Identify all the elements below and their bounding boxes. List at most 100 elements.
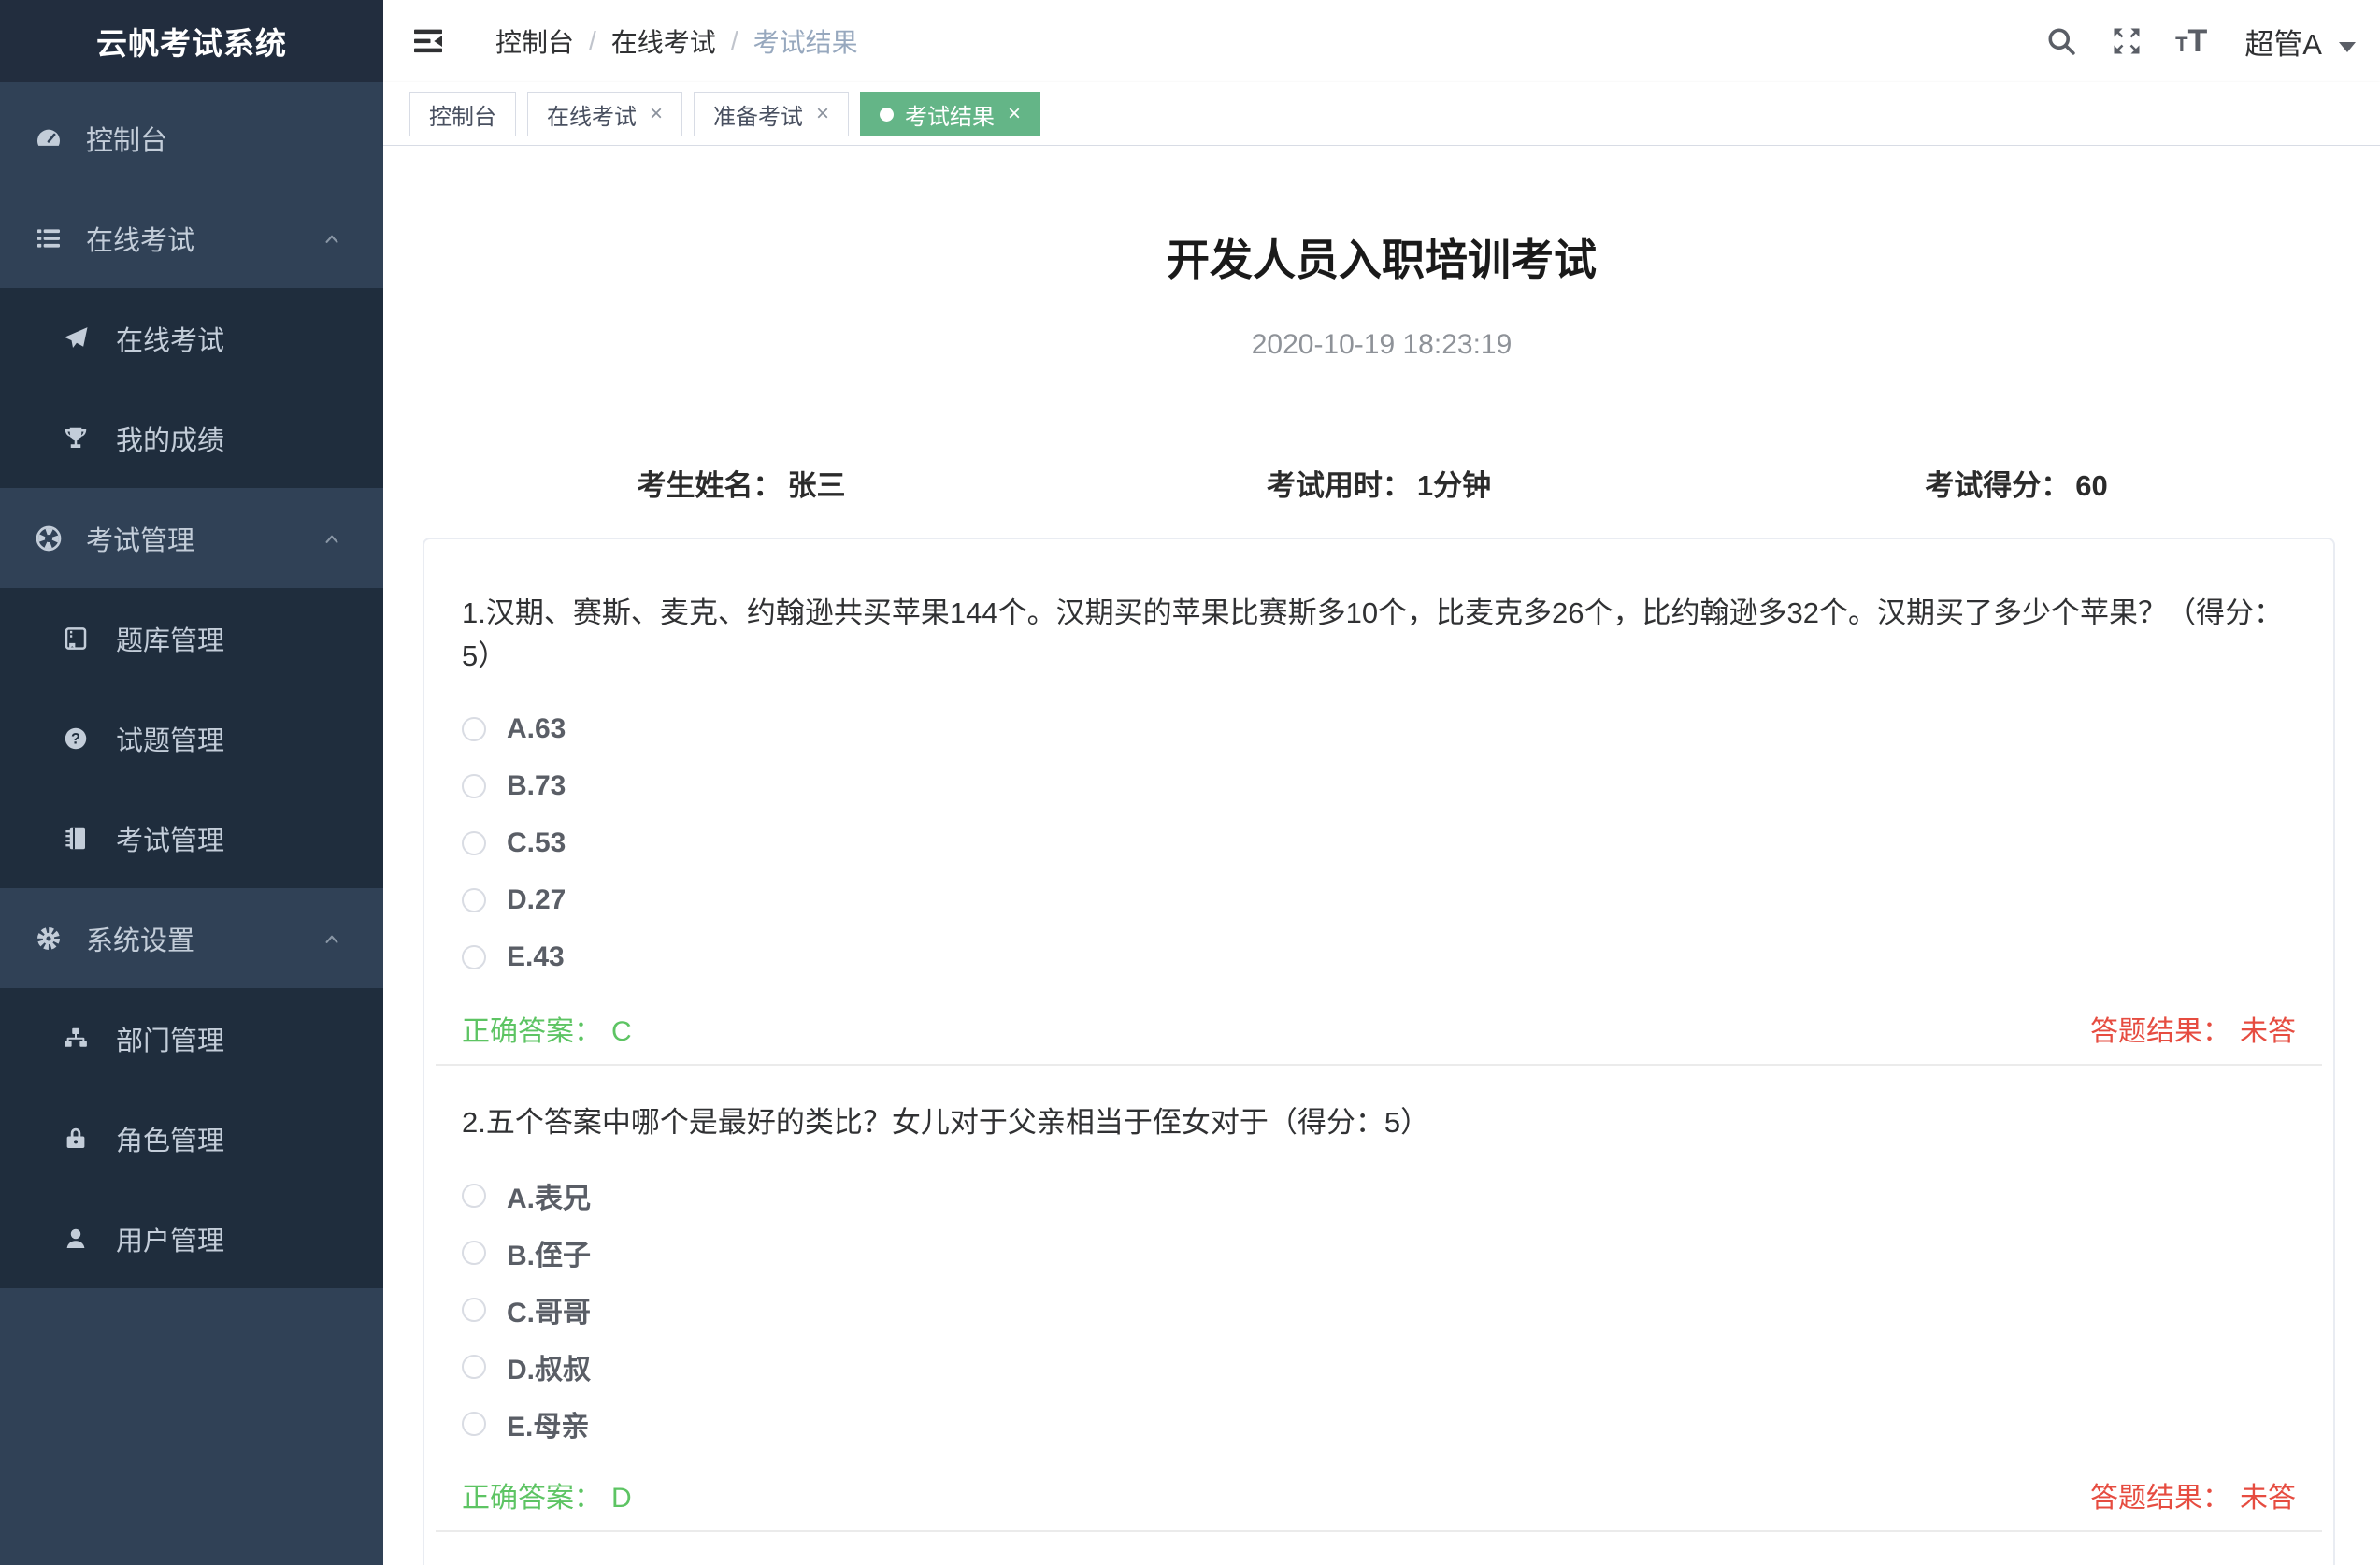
- fullscreen-icon[interactable]: [2110, 24, 2143, 58]
- close-icon[interactable]: ×: [1008, 103, 1021, 125]
- search-icon[interactable]: [2044, 24, 2078, 58]
- tab-label: 控制台: [429, 98, 496, 131]
- breadcrumb: 控制台 / 在线考试 / 考试结果: [495, 22, 858, 60]
- option-row[interactable]: D.27: [462, 871, 2296, 928]
- breadcrumb-item-dashboard[interactable]: 控制台: [495, 22, 574, 60]
- radio-unchecked-icon: [462, 1412, 486, 1436]
- sidebar-item-label: 控制台: [86, 119, 167, 158]
- candidate-name: 考生姓名：张三: [423, 462, 1060, 504]
- question-text: 1.汉期、赛斯、麦克、约翰逊共买苹果144个。汉期买的苹果比赛斯多10个，比麦克…: [462, 592, 2296, 678]
- sidebar-item-question-management[interactable]: ? 试题管理: [0, 688, 383, 788]
- sidebar-item-label: 在线考试: [86, 219, 194, 258]
- sidebar-item-label: 用户管理: [116, 1219, 224, 1258]
- option-row[interactable]: C.53: [462, 814, 2296, 871]
- chevron-up-icon: [320, 226, 344, 251]
- sidebar-item-question-bank[interactable]: 题库管理: [0, 588, 383, 688]
- question-divider: [436, 1530, 2322, 1532]
- list-icon: [34, 223, 64, 253]
- sidebar-item-label: 部门管理: [116, 1019, 224, 1058]
- tab-exam-result[interactable]: 考试结果 ×: [860, 92, 1040, 136]
- tab-label: 在线考试: [547, 98, 637, 131]
- option-row[interactable]: B.73: [462, 757, 2296, 814]
- sidebar-item-label: 考试管理: [86, 519, 194, 558]
- submenu-system-settings: 部门管理 角色管理 用户管理: [0, 988, 383, 1288]
- option-row[interactable]: A.表兄: [462, 1167, 2296, 1224]
- option-row[interactable]: C.哥哥: [462, 1281, 2296, 1338]
- tab-prepare-exam[interactable]: 准备考试 ×: [694, 92, 849, 136]
- sidebar-item-label: 系统设置: [86, 919, 194, 958]
- hamburger-icon[interactable]: [409, 22, 447, 60]
- sidebar-item-my-scores[interactable]: 我的成绩: [0, 388, 383, 488]
- sidebar-menu: 控制台 在线考试 在线考试: [0, 82, 383, 1288]
- answer-row: 正确答案：D 答题结果：未答: [462, 1474, 2296, 1515]
- exam-title: 开发人员入职培训考试: [383, 226, 2380, 288]
- answer-result: 答题结果：未答: [2090, 1474, 2296, 1515]
- option-row[interactable]: E.母亲: [462, 1395, 2296, 1452]
- sidebar-item-label: 考试管理: [116, 819, 224, 858]
- question-text: 2.五个答案中哪个是最好的类比？女儿对于父亲相当于侄女对于（得分：5）: [462, 1101, 2296, 1144]
- radio-unchecked-icon: [462, 945, 486, 969]
- sidebar-item-exam-management-page[interactable]: 考试管理: [0, 788, 383, 888]
- lock-icon: [62, 1125, 90, 1153]
- caret-down-icon: [2339, 42, 2356, 52]
- exam-info-row: 考生姓名：张三 考试用时：1分钟 考试得分：60: [423, 462, 2335, 504]
- notebook-icon: [62, 825, 90, 853]
- tags-view-bar: 控制台 在线考试 × 准备考试 × 考试结果 ×: [383, 82, 2380, 146]
- radio-unchecked-icon: [462, 831, 486, 855]
- sidebar-item-label: 试题管理: [116, 719, 224, 758]
- top-navbar: 控制台 / 在线考试 / 考试结果: [383, 0, 2380, 82]
- chevron-up-icon: [320, 926, 344, 951]
- book-icon: [62, 625, 90, 653]
- sidebar-item-system-settings[interactable]: 系统设置: [0, 888, 383, 988]
- sidebar-item-label: 我的成绩: [116, 419, 224, 458]
- tab-label: 考试结果: [905, 98, 995, 131]
- user-icon: [62, 1225, 90, 1253]
- sidebar-item-label: 在线考试: [116, 319, 224, 358]
- sidebar-item-user-management[interactable]: 用户管理: [0, 1188, 383, 1288]
- font-size-icon[interactable]: TT: [2175, 23, 2207, 60]
- options-list: A.63 B.73 C.53 D.27: [462, 700, 2296, 985]
- sidebar-item-label: 题库管理: [116, 619, 224, 658]
- submenu-online-exam: 在线考试 我的成绩: [0, 288, 383, 488]
- dashboard-icon: [34, 123, 64, 153]
- option-row[interactable]: E.43: [462, 928, 2296, 985]
- submenu-exam-management: 题库管理 ? 试题管理: [0, 588, 383, 888]
- tab-dashboard[interactable]: 控制台: [409, 92, 516, 136]
- exam-duration: 考试用时：1分钟: [1060, 462, 1698, 504]
- sidebar-item-exam-management[interactable]: 考试管理: [0, 488, 383, 588]
- answer-result: 答题结果：未答: [2090, 1008, 2296, 1049]
- exam-score: 考试得分：60: [1698, 462, 2335, 504]
- radio-unchecked-icon: [462, 1184, 486, 1208]
- app-logo: 云帆考试系统: [0, 0, 383, 82]
- sidebar-item-label: 角色管理: [116, 1119, 224, 1158]
- option-row[interactable]: D.叔叔: [462, 1338, 2296, 1395]
- sidebar-item-role-management[interactable]: 角色管理: [0, 1088, 383, 1188]
- sidebar-item-dashboard[interactable]: 控制台: [0, 88, 383, 188]
- close-icon[interactable]: ×: [650, 103, 663, 125]
- question-circle-icon: ?: [62, 725, 90, 753]
- question-divider: [436, 1064, 2322, 1066]
- radio-unchecked-icon: [462, 774, 486, 798]
- app-title: 云帆考试系统: [96, 19, 287, 64]
- radio-unchecked-icon: [462, 717, 486, 741]
- app-root: 云帆考试系统 控制台 在线考试: [0, 0, 2380, 1565]
- exam-datetime: 2020-10-19 18:23:19: [383, 329, 2380, 361]
- life-ring-icon: [34, 524, 64, 553]
- sidebar-item-online-exam-page[interactable]: 在线考试: [0, 288, 383, 388]
- answer-row: 正确答案：C 答题结果：未答: [462, 1008, 2296, 1049]
- breadcrumb-item-online-exam[interactable]: 在线考试: [611, 22, 716, 60]
- option-row[interactable]: A.63: [462, 700, 2296, 757]
- radio-unchecked-icon: [462, 888, 486, 912]
- close-icon[interactable]: ×: [816, 103, 829, 125]
- gear-icon: [34, 924, 64, 954]
- correct-answer: 正确答案：D: [462, 1474, 632, 1515]
- sidebar-item-online-exam[interactable]: 在线考试: [0, 188, 383, 288]
- navbar-right-tools: TT 超管A: [2044, 21, 2380, 63]
- sidebar-item-department-management[interactable]: 部门管理: [0, 988, 383, 1088]
- sidebar: 云帆考试系统 控制台 在线考试: [0, 0, 383, 1565]
- user-dropdown[interactable]: 超管A: [2244, 21, 2356, 63]
- main-area: 控制台 / 在线考试 / 考试结果: [383, 0, 2380, 1565]
- sitemap-icon: [62, 1025, 90, 1053]
- tab-online-exam[interactable]: 在线考试 ×: [527, 92, 682, 136]
- option-row[interactable]: B.侄子: [462, 1224, 2296, 1281]
